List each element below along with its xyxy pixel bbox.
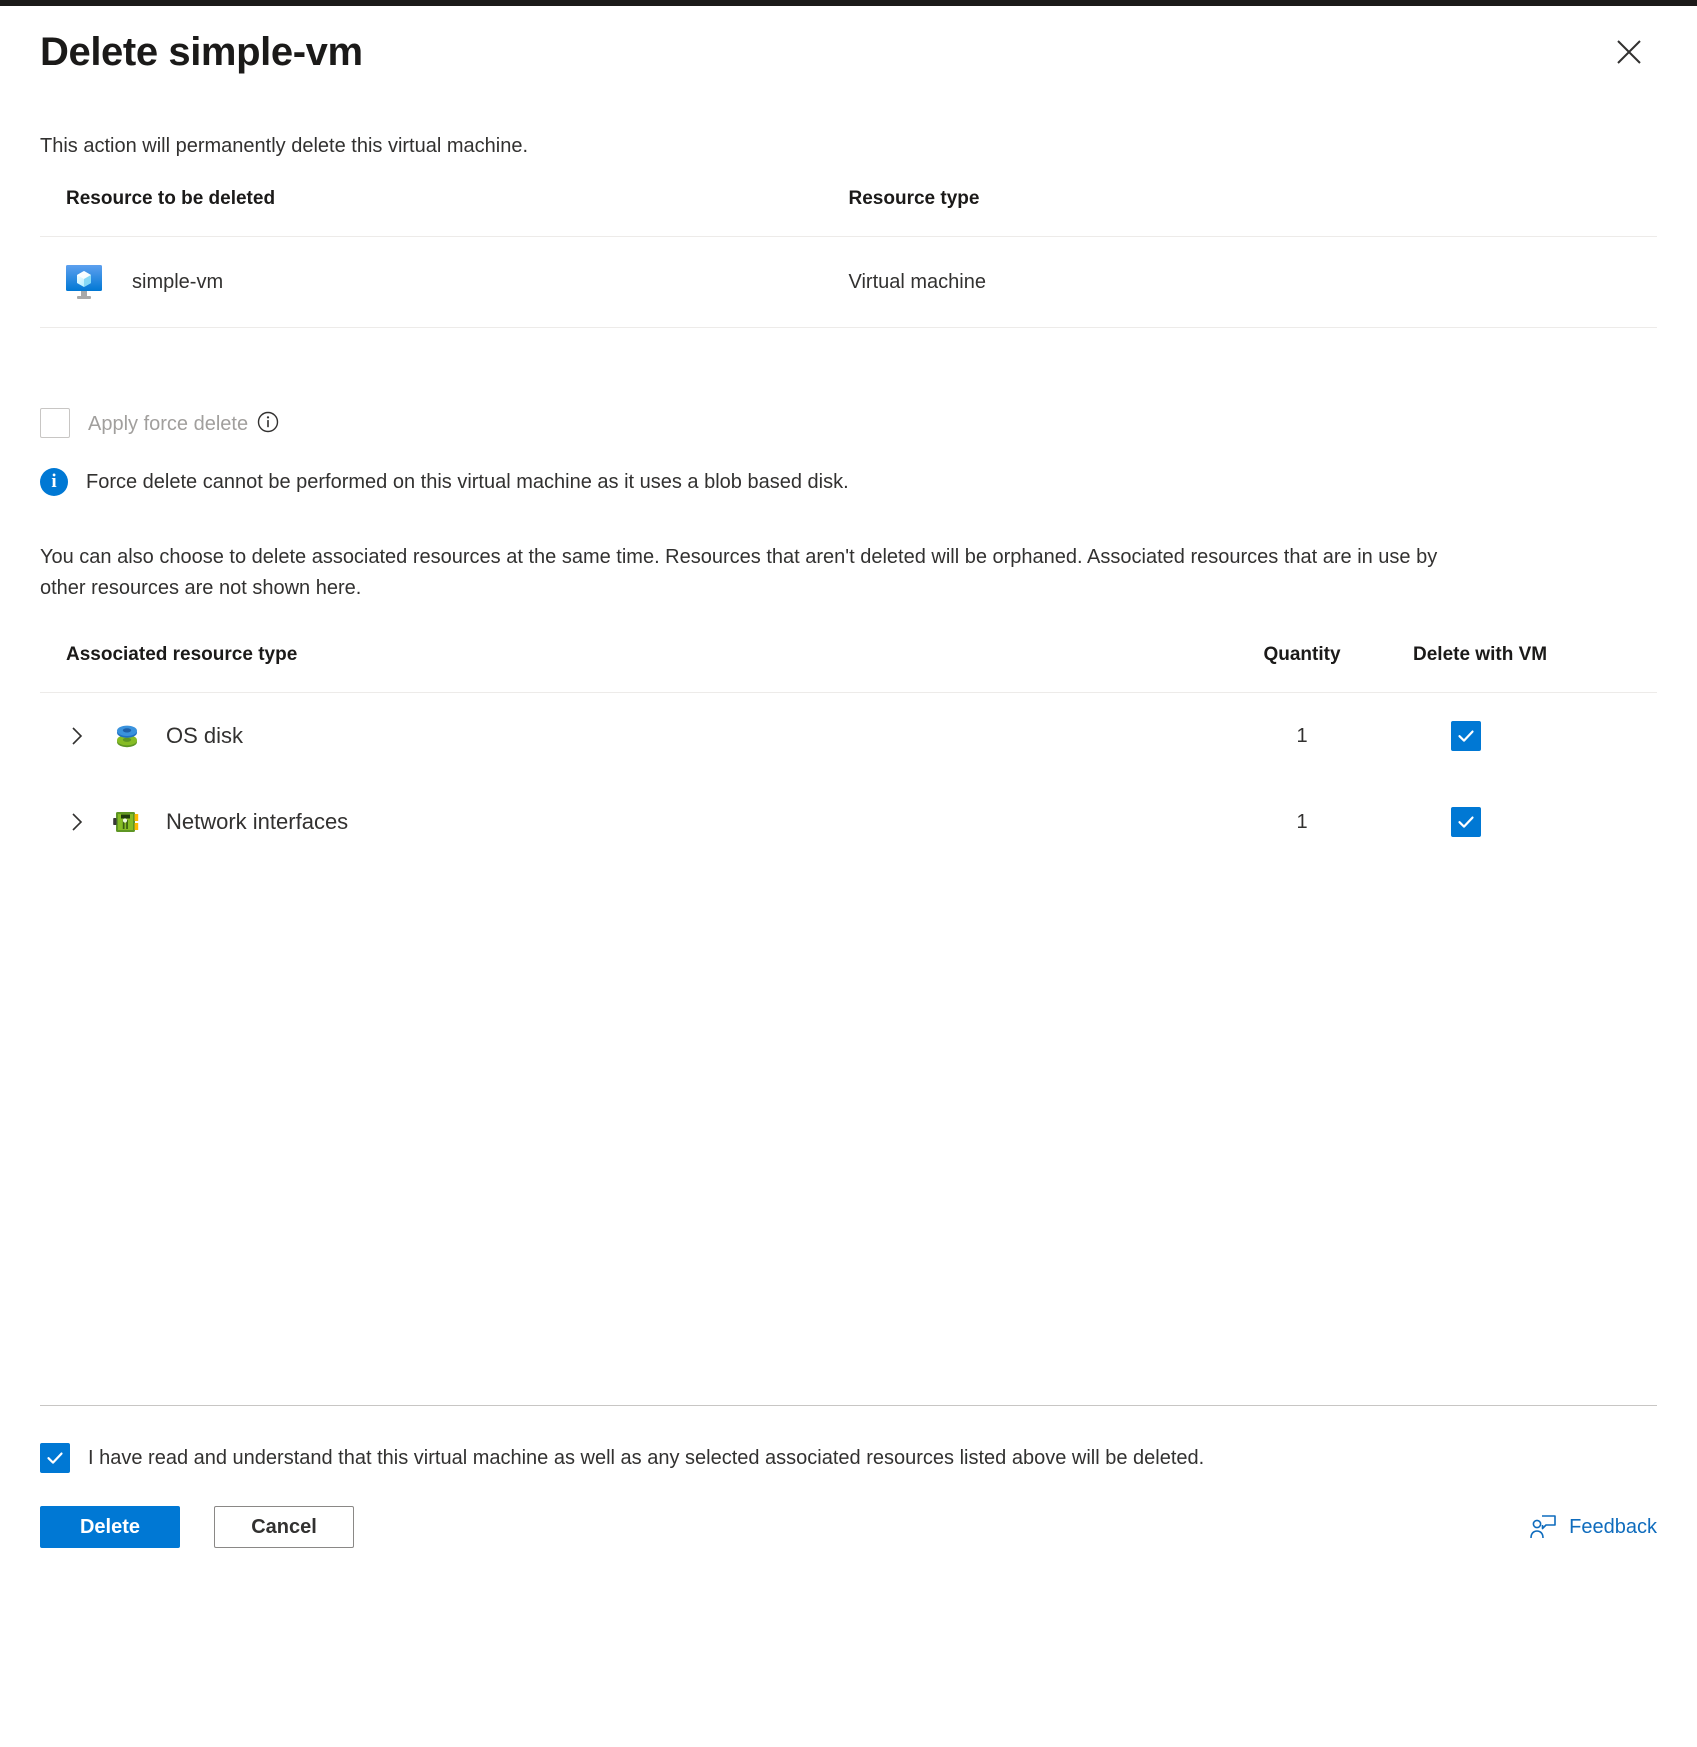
table-row: OS disk 1: [40, 693, 1657, 780]
associated-resources-description: You can also choose to delete associated…: [40, 546, 1438, 599]
delete-with-vm-checkbox[interactable]: [1451, 807, 1481, 837]
resource-to-delete-table: Resource to be deleted Resource type sim…: [40, 188, 1657, 328]
delete-with-vm-cell: [1397, 693, 1657, 780]
column-header-delete-with-vm: Delete with VM: [1397, 644, 1657, 693]
table-header-row: Associated resource type Quantity Delete…: [40, 644, 1657, 693]
info-filled-icon: i: [40, 468, 68, 496]
page-title: Delete simple-vm: [40, 30, 363, 74]
associated-resources-table: Associated resource type Quantity Delete…: [40, 644, 1657, 865]
column-header-resource-name: Resource to be deleted: [40, 188, 849, 237]
table-header-row: Resource to be deleted Resource type: [40, 188, 1657, 237]
cancel-button[interactable]: Cancel: [214, 1506, 354, 1548]
feedback-label: Feedback: [1569, 1515, 1657, 1538]
table-row: simple-vm Virtual machine: [40, 236, 1657, 328]
close-button[interactable]: [1605, 28, 1653, 76]
quantity-cell: 1: [1296, 724, 1308, 747]
virtual-machine-icon: [66, 263, 102, 301]
apply-force-delete-label: Apply force delete: [88, 410, 280, 436]
feedback-person-icon: [1529, 1514, 1557, 1540]
close-icon: [1614, 37, 1644, 67]
info-circle-icon[interactable]: [256, 410, 280, 434]
table-row: Network interfaces 1: [40, 779, 1657, 865]
info-message-text: Force delete cannot be performed on this…: [86, 470, 849, 493]
resource-name-cell: simple-vm: [40, 236, 849, 328]
associated-type-cell: OS disk: [40, 693, 1207, 780]
delete-vm-blade: Delete simple-vm This action will perman…: [0, 6, 1697, 1747]
acknowledgement-checkbox[interactable]: [40, 1443, 70, 1473]
feedback-link[interactable]: Feedback: [1529, 1514, 1657, 1540]
resource-type-cell: Virtual machine: [848, 236, 1657, 328]
column-header-resource-type: Resource type: [848, 188, 1657, 237]
force-delete-info-message: i Force delete cannot be performed on th…: [40, 468, 1657, 496]
chevron-right-icon[interactable]: [66, 725, 88, 747]
associated-type-cell: Network interfaces: [40, 779, 1207, 865]
delete-with-vm-cell: [1397, 779, 1657, 865]
footer-divider: [40, 1405, 1657, 1406]
network-interface-icon: [110, 805, 144, 839]
action-bar: Delete Cancel Feedback: [40, 1506, 1657, 1548]
delete-button[interactable]: Delete: [40, 1506, 180, 1548]
acknowledgement-row[interactable]: I have read and understand that this vir…: [40, 1443, 1204, 1473]
associated-type-label: OS disk: [166, 723, 244, 748]
os-disk-icon: [110, 719, 144, 753]
blade-header: Delete simple-vm: [40, 6, 1657, 98]
acknowledgement-label: I have read and understand that this vir…: [88, 1446, 1205, 1469]
quantity-cell: 1: [1296, 810, 1308, 833]
column-header-associated-type: Associated resource type: [40, 644, 1207, 693]
resource-name-text: simple-vm: [132, 270, 224, 293]
apply-force-delete-checkbox[interactable]: [40, 408, 70, 438]
delete-with-vm-checkbox[interactable]: [1451, 721, 1481, 751]
column-header-quantity: Quantity: [1207, 644, 1397, 693]
associated-type-label: Network interfaces: [166, 809, 349, 834]
apply-force-delete-row[interactable]: Apply force delete: [40, 408, 1657, 438]
chevron-right-icon[interactable]: [66, 811, 88, 833]
intro-text: This action will permanently delete this…: [40, 135, 528, 157]
